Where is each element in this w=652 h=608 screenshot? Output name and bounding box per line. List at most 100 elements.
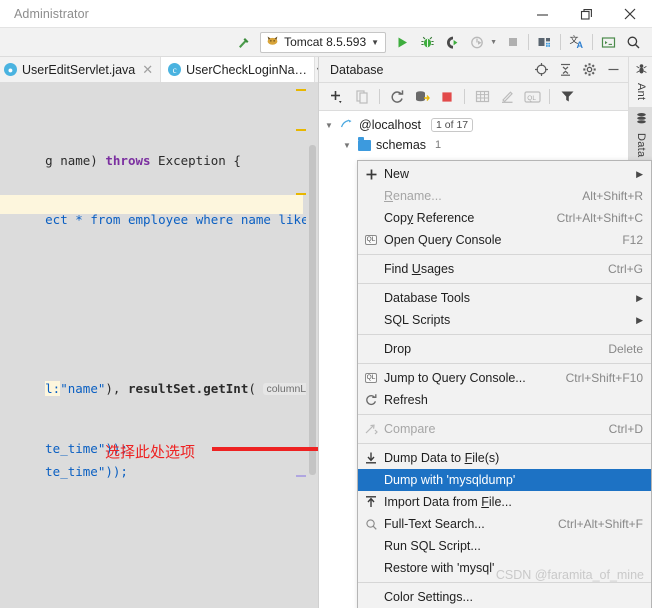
menu-item-no-icon — [362, 472, 380, 488]
chevron-down-icon[interactable]: ▼ — [371, 38, 379, 47]
run-configuration-selector[interactable]: Tomcat 8.5.593 ▼ — [260, 31, 387, 53]
stop-refresh-icon[interactable] — [435, 85, 459, 109]
menu-item-copy-reference[interactable]: Copy Reference Ctrl+Alt+Shift+C — [358, 207, 651, 229]
run-play-icon[interactable] — [390, 30, 415, 55]
menu-item-open-query-console[interactable]: QL Open Query Console F12 — [358, 229, 651, 251]
hammer-icon[interactable] — [231, 30, 256, 55]
tomcat-cat-icon — [266, 34, 279, 50]
collapse-all-icon[interactable] — [554, 59, 576, 81]
menu-item-run-sql-script[interactable]: Run SQL Script... — [358, 535, 651, 557]
translate-icon[interactable]: 文 A — [564, 30, 589, 55]
toolbar-divider-3 — [592, 34, 593, 50]
coverage-icon[interactable] — [440, 30, 465, 55]
menu-item-refresh[interactable]: Refresh — [358, 389, 651, 411]
menu-item-drop[interactable]: Drop Delete — [358, 338, 651, 360]
database-panel-title: Database — [330, 62, 384, 77]
editor-tab-usercheckloginname[interactable]: c UserCheckLoginNa… — [161, 57, 316, 82]
stop-square-icon — [500, 30, 525, 55]
menu-item-no-icon — [362, 341, 380, 357]
minimize-button[interactable] — [520, 0, 564, 28]
window-controls — [520, 0, 652, 27]
menu-item-label: Compare — [384, 422, 436, 436]
menu-item-database-tools[interactable]: Database Tools ▶ — [358, 287, 651, 309]
tree-node-schemas[interactable]: ▼ schemas 1 — [319, 135, 628, 155]
code-token: g name) — [45, 153, 106, 168]
menu-item-color-settings[interactable]: Color Settings... — [358, 586, 651, 608]
code-token: ), — [105, 381, 128, 396]
menu-separator — [358, 582, 651, 583]
menu-item-import-data-from-file[interactable]: Import Data from File... — [358, 491, 651, 513]
menu-item-new[interactable]: New ▶ — [358, 163, 651, 185]
sync-schema-icon[interactable] — [410, 85, 434, 109]
project-structure-icon[interactable] — [532, 30, 557, 55]
menu-item-shortcut: F12 — [622, 233, 643, 247]
close-button[interactable] — [608, 0, 652, 28]
code-line-sql: ect * from employee where name like ? li — [0, 197, 318, 242]
menu-item-shortcut: Delete — [608, 342, 643, 356]
menu-item-label: Rename... — [384, 189, 442, 203]
add-data-source-icon[interactable] — [325, 85, 349, 109]
chevron-down-icon[interactable]: ▼ — [323, 121, 335, 130]
toolbar-divider — [528, 34, 529, 50]
search-icon[interactable] — [621, 30, 646, 55]
filter-icon[interactable] — [555, 85, 579, 109]
menu-item-label: Import Data from File... — [384, 495, 512, 509]
profiler-chevron-down-icon[interactable]: ▼ — [490, 39, 497, 46]
context-menu[interactable]: New ▶ Rename... Alt+Shift+R Copy Reference Ct… — [357, 160, 652, 608]
menu-item-no-icon — [362, 210, 380, 226]
menu-item-label: SQL Scripts — [384, 313, 451, 327]
code-editor[interactable]: g name) throws Exception { ect * from em… — [0, 83, 318, 608]
query-console-icon: QL — [520, 85, 544, 109]
code-token-string: te_time")); — [45, 464, 128, 479]
mysql-datasource-icon — [340, 117, 354, 133]
locate-target-icon[interactable] — [530, 59, 552, 81]
menu-item-dump-with-mysqldump[interactable]: Dump with 'mysqldump' — [358, 469, 651, 491]
menu-item-no-icon — [362, 312, 380, 328]
menu-item-dump-data-to-files[interactable]: Dump Data to File(s) — [358, 447, 651, 469]
duplicate-icon — [350, 85, 374, 109]
svg-text:QL: QL — [527, 94, 536, 101]
code-token-method: resultSet.getInt — [127, 381, 249, 396]
menu-item-label: Dump Data to File(s) — [384, 451, 500, 465]
menu-item-label: Run SQL Script... — [384, 539, 481, 553]
restore-button[interactable] — [564, 0, 608, 28]
tree-node-badge: 1 of 17 — [431, 118, 474, 132]
refresh-icon[interactable] — [385, 85, 409, 109]
run-configuration-label: Tomcat 8.5.593 — [284, 35, 367, 49]
database-panel-toolbar: QL — [319, 83, 628, 111]
menu-item-jump-to-query-console[interactable]: QL Jump to Query Console... Ctrl+Shift+F10 — [358, 367, 651, 389]
tool-tab-ant[interactable]: Ant — [629, 57, 652, 107]
database-panel-header: Database — [319, 57, 628, 83]
settings-gear-icon[interactable] — [578, 59, 600, 81]
tool-tab-label: Data — [635, 133, 647, 158]
menu-item-find-usages[interactable]: Find Usages Ctrl+G — [358, 258, 651, 280]
tree-node-localhost[interactable]: ▼ @localhost 1 of 17 — [319, 115, 628, 135]
menu-item-restore-with-mysql[interactable]: Restore with 'mysql' — [358, 557, 651, 579]
chevron-down-icon[interactable]: ▼ — [341, 141, 353, 150]
menu-item-shortcut: Ctrl+Alt+Shift+F — [557, 517, 643, 531]
database-tree[interactable]: ▼ @localhost 1 of 17 ▼ schemas 1 — [319, 111, 628, 155]
terminal-icon[interactable] — [596, 30, 621, 55]
compare-icon — [362, 421, 380, 437]
close-icon[interactable]: ✕ — [142, 62, 153, 78]
menu-item-no-icon — [362, 290, 380, 306]
ide-window: Administrator Tomcat 8.5.593 ▼ ▼ 文 A ● U… — [0, 0, 652, 608]
editor-scrollbar[interactable] — [306, 83, 318, 608]
open-table-editor-icon — [470, 85, 494, 109]
main-toolbar: Tomcat 8.5.593 ▼ ▼ 文 A — [0, 28, 652, 57]
editor-scrollbar-thumb[interactable] — [309, 145, 316, 475]
menu-item-full-text-search[interactable]: Full-Text Search... Ctrl+Alt+Shift+F — [358, 513, 651, 535]
tool-tab-database[interactable]: Data — [629, 107, 652, 165]
hide-panel-icon[interactable] — [602, 59, 624, 81]
code-token: ( — [248, 381, 264, 396]
menu-item-no-icon — [362, 261, 380, 277]
menu-separator — [358, 414, 651, 415]
code-line: l:"name"), resultSet.getInt( columnLabel… — [0, 366, 318, 411]
menu-item-label: Open Query Console — [384, 233, 502, 247]
debug-bug-icon[interactable] — [415, 30, 440, 55]
editor-tab-usereditservlet[interactable]: ● UserEditServlet.java ✕ — [0, 57, 162, 82]
menu-item-sql-scripts[interactable]: SQL Scripts ▶ — [358, 309, 651, 331]
menu-item-shortcut: Alt+Shift+R — [582, 189, 643, 203]
db-toolbar-divider-3 — [549, 89, 550, 104]
menu-item-label: Database Tools — [384, 291, 470, 305]
